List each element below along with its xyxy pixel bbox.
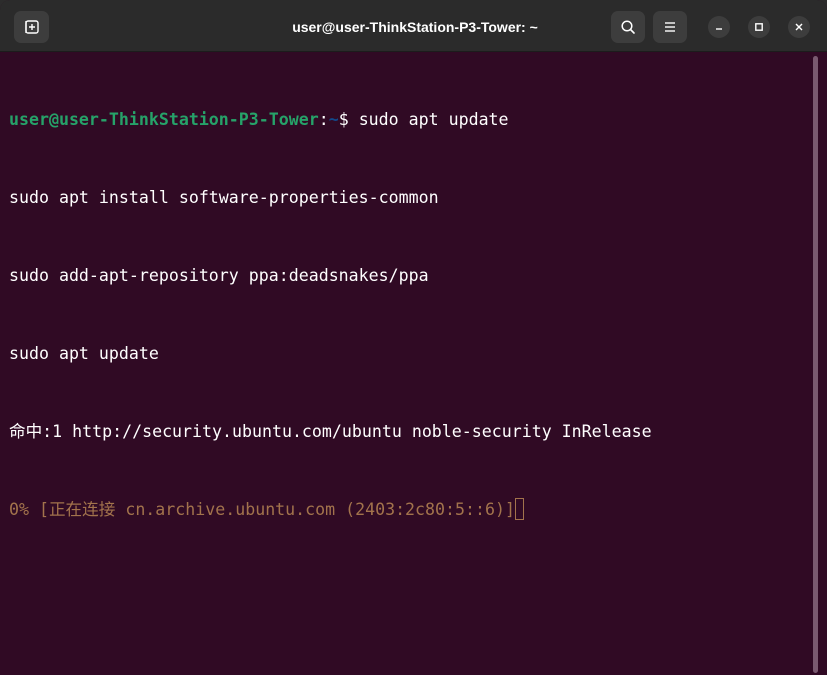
search-icon bbox=[621, 20, 635, 34]
new-tab-button[interactable] bbox=[14, 11, 49, 43]
text-cursor bbox=[514, 498, 524, 520]
scrollbar-thumb[interactable] bbox=[813, 56, 818, 673]
prompt-command: sudo apt update bbox=[358, 110, 509, 129]
maximize-icon bbox=[755, 23, 763, 31]
window-title: user@user-ThinkStation-P3-Tower: ~ bbox=[292, 19, 538, 35]
prompt-path: ~ bbox=[328, 110, 339, 129]
maximize-button[interactable] bbox=[748, 16, 770, 38]
hamburger-menu-icon bbox=[665, 22, 675, 32]
close-icon bbox=[795, 23, 803, 31]
output-line: sudo apt update bbox=[9, 344, 159, 363]
progress-text: 0% [正在连接 cn.archive.ubuntu.com (2403:2c8… bbox=[9, 500, 515, 519]
output-line: 命中:1 http://security.ubuntu.com/ubuntu n… bbox=[9, 422, 652, 441]
search-button[interactable] bbox=[611, 11, 645, 43]
output-line: sudo apt install software-properties-com… bbox=[9, 188, 439, 207]
close-button[interactable] bbox=[788, 16, 810, 38]
prompt-user-host: user@user-ThinkStation-P3-Tower bbox=[9, 110, 319, 129]
prompt-line: user@user-ThinkStation-P3-Tower:~$ sudo … bbox=[9, 107, 812, 133]
progress-line: 0% [正在连接 cn.archive.ubuntu.com (2403:2c8… bbox=[9, 497, 812, 523]
terminal-output[interactable]: user@user-ThinkStation-P3-Tower:~$ sudo … bbox=[0, 52, 812, 675]
prompt-separator: : bbox=[318, 110, 329, 129]
minimize-button[interactable] bbox=[708, 16, 730, 38]
titlebar: user@user-ThinkStation-P3-Tower: ~ bbox=[0, 0, 827, 52]
terminal-window: user@user-ThinkStation-P3-Tower: ~ user@… bbox=[0, 0, 827, 675]
prompt-symbol: $ bbox=[338, 110, 359, 129]
output-line: sudo add-apt-repository ppa:deadsnakes/p… bbox=[9, 266, 429, 285]
menu-button[interactable] bbox=[653, 11, 687, 43]
new-tab-icon bbox=[24, 20, 39, 34]
minimize-icon bbox=[716, 28, 722, 30]
